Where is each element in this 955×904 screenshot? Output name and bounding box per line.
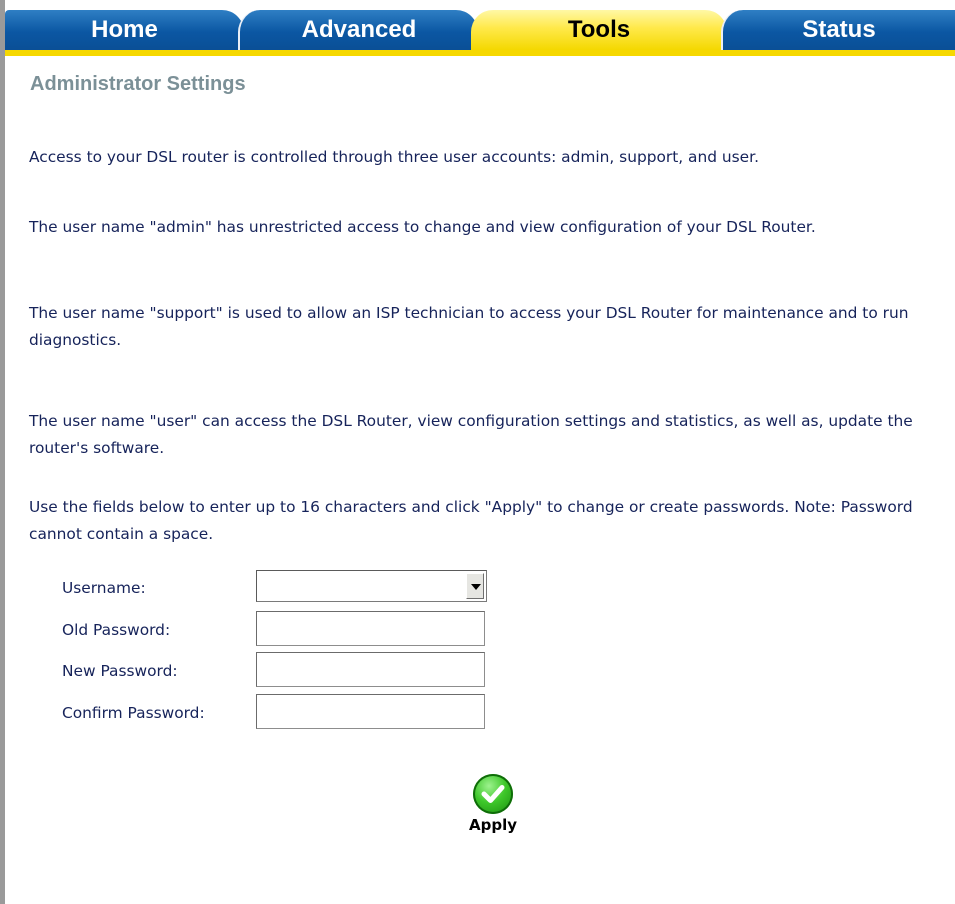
checkmark-icon	[473, 774, 513, 814]
chevron-down-icon[interactable]	[466, 573, 484, 599]
confirm-password-field[interactable]	[256, 694, 485, 729]
intro-paragraph: Access to your DSL router is controlled …	[29, 148, 759, 166]
instructions-paragraph: Use the fields below to enter up to 16 c…	[29, 498, 913, 543]
page-left-border	[0, 0, 5, 904]
tab-advanced[interactable]: Advanced	[238, 10, 478, 50]
page-title: Administrator Settings	[30, 73, 246, 95]
user-description: The user name "user" can access the DSL …	[29, 412, 913, 457]
old-password-label: Old Password:	[62, 621, 171, 639]
admin-description: The user name "admin" has unrestricted a…	[29, 218, 816, 236]
apply-button[interactable]: Apply	[464, 774, 534, 844]
old-password-field[interactable]	[256, 611, 485, 646]
tab-home[interactable]: Home	[5, 10, 244, 50]
apply-label: Apply	[468, 816, 517, 834]
new-password-field[interactable]	[256, 652, 485, 687]
confirm-password-label: Confirm Password:	[62, 704, 205, 722]
tab-status[interactable]: Status	[721, 10, 955, 50]
new-password-label: New Password:	[62, 662, 178, 680]
support-description: The user name "support" is used to allow…	[29, 304, 909, 349]
tab-underline	[5, 50, 955, 56]
username-label: Username:	[62, 579, 146, 597]
tab-tools[interactable]: Tools	[471, 10, 727, 50]
main-tab-bar: Home Advanced Tools Status	[5, 10, 955, 50]
username-select[interactable]	[256, 570, 487, 602]
